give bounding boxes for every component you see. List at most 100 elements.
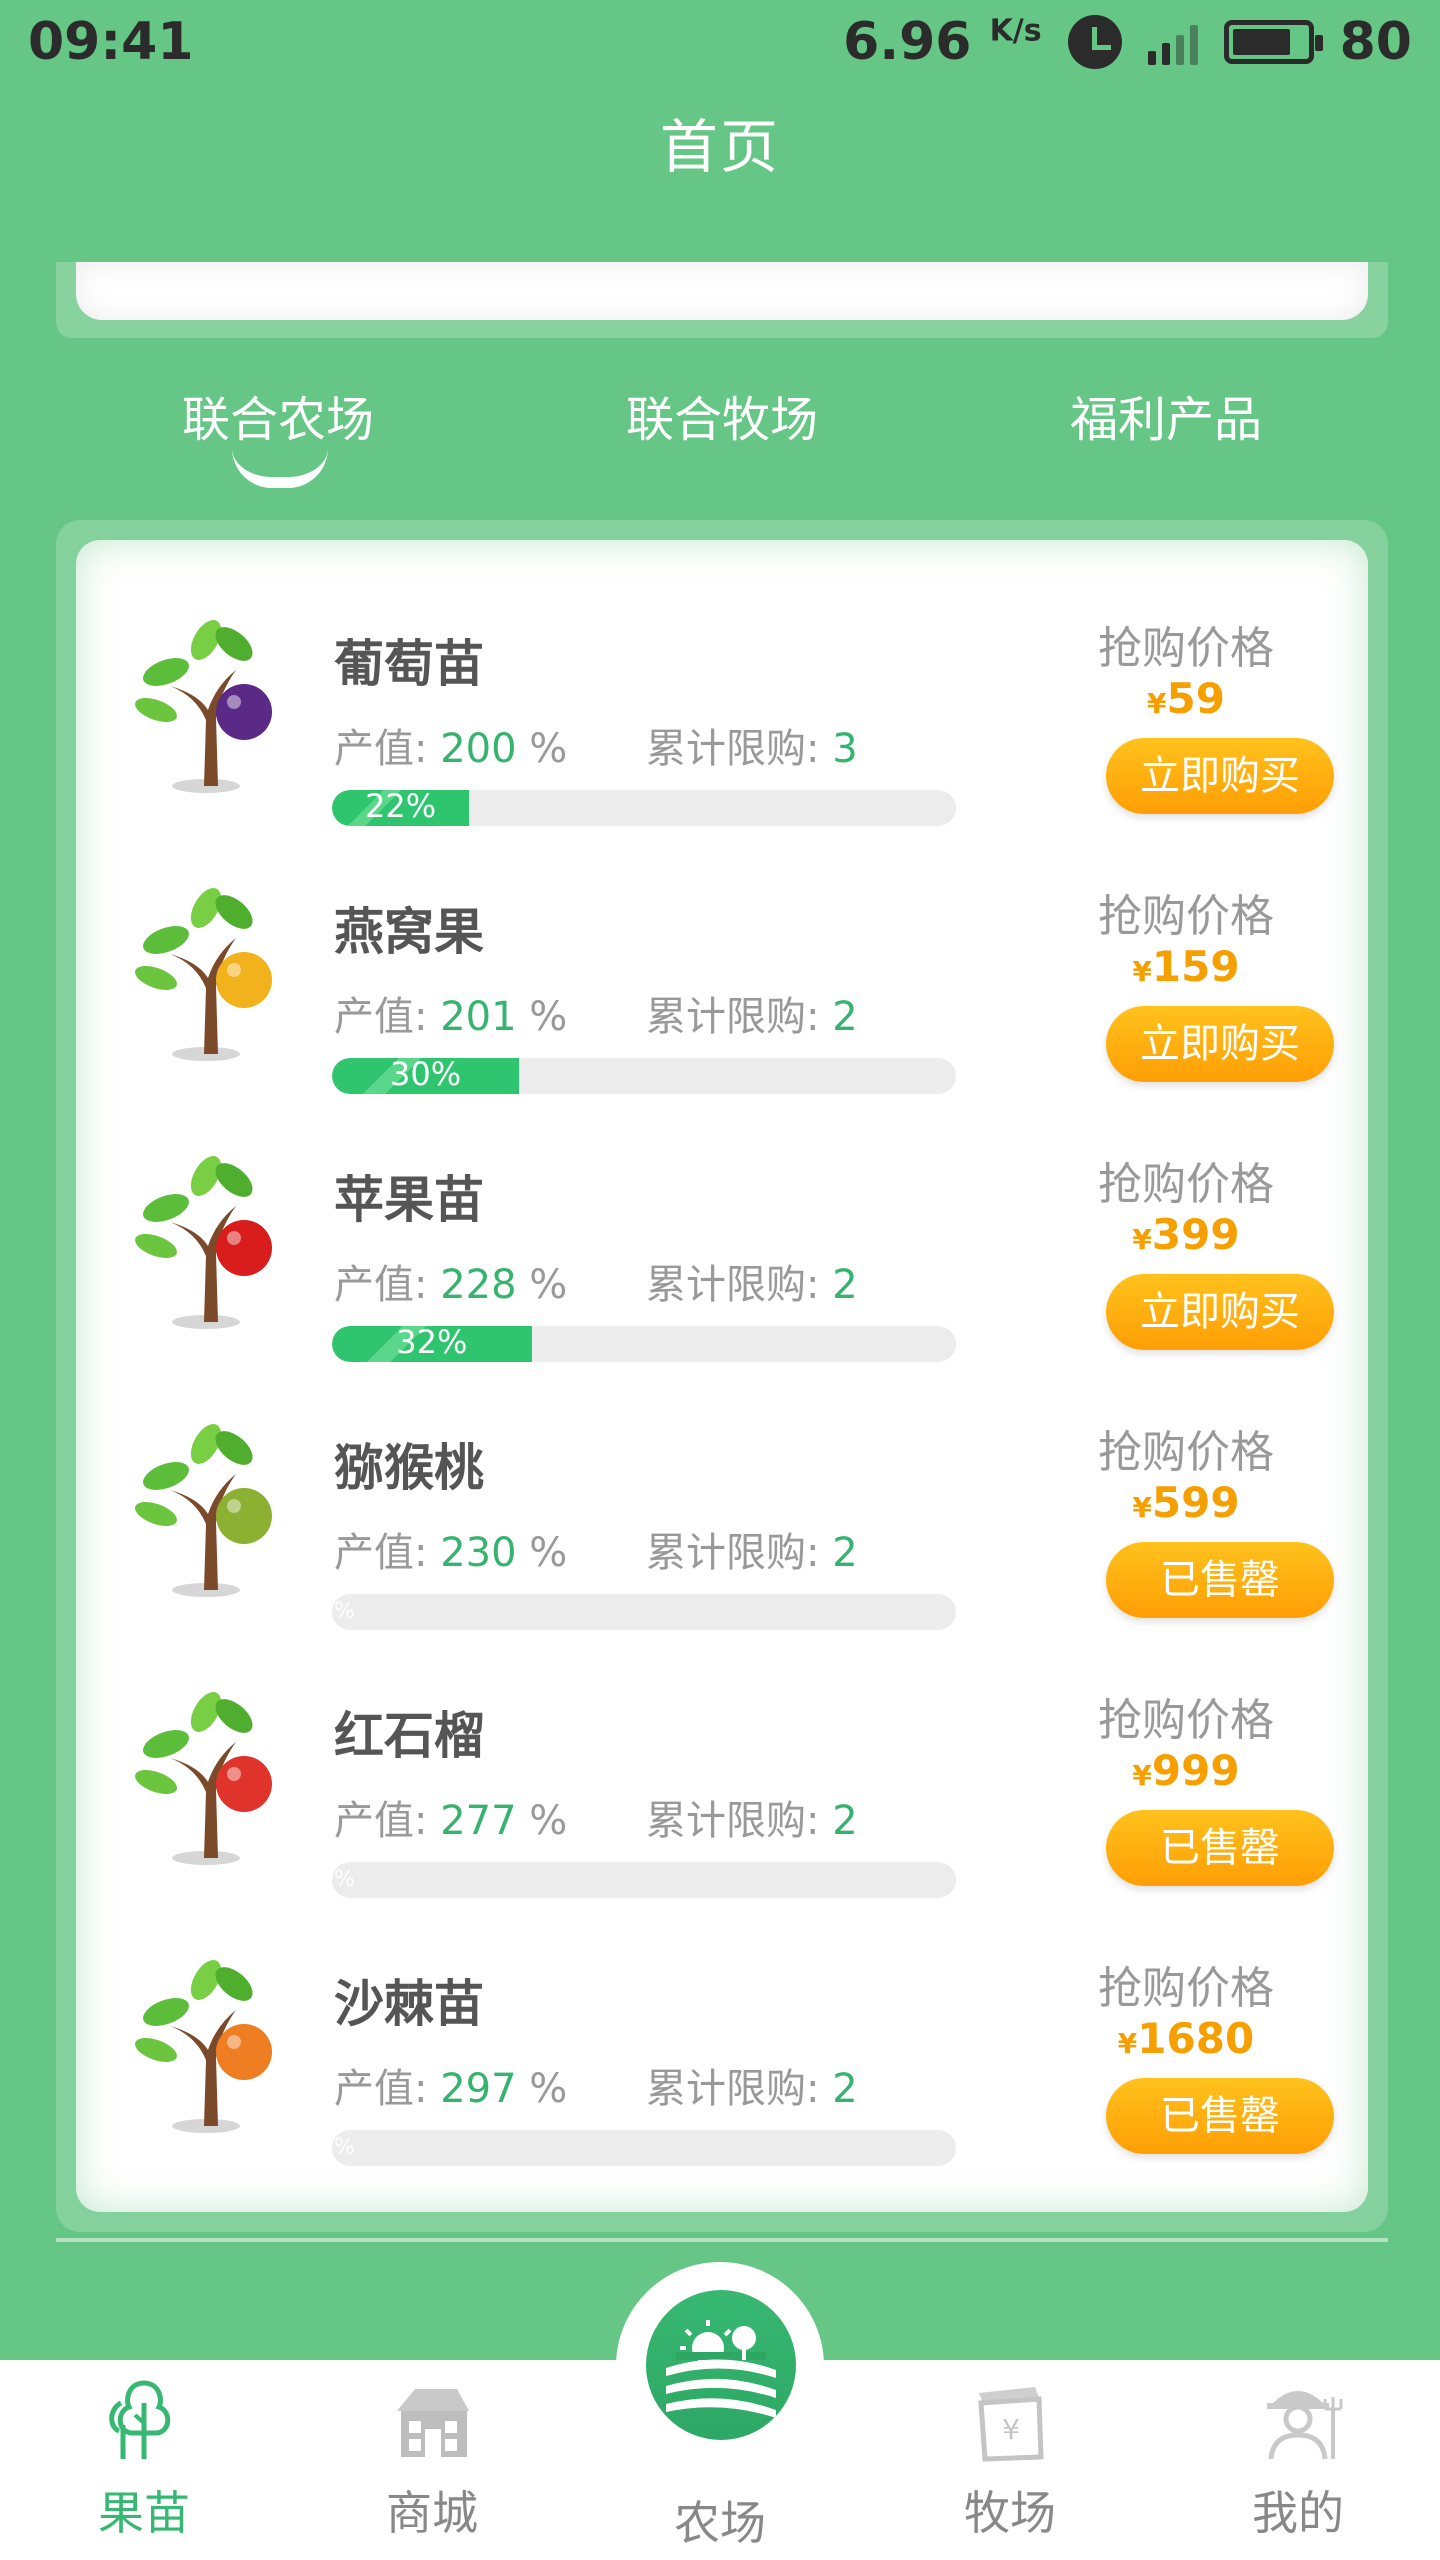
buy-button[interactable]: 立即购买: [1106, 738, 1334, 814]
output-label: 产值:: [334, 1530, 428, 1576]
buy-button[interactable]: 已售罄: [1106, 2078, 1334, 2154]
svg-text:¥: ¥: [1002, 2413, 1020, 2446]
price-label: 抢购价格: [1098, 891, 1274, 942]
page-title: 首页: [659, 113, 780, 181]
banner-container: [56, 262, 1388, 338]
product-output: 产值: 228 %: [334, 1252, 567, 1310]
product-price: ¥1680: [1076, 2014, 1296, 2063]
product-name: 燕窝果: [334, 903, 484, 961]
progress-bar: %: [332, 2130, 956, 2166]
net-speed-unit: K/s: [989, 13, 1042, 49]
product-row[interactable]: 猕猴桃 产值: 230 % 累计限购: 2 % 抢购价格 ¥599 已售罄: [76, 1344, 1368, 1630]
percent-sign: %: [529, 1798, 568, 1844]
product-name: 苹果苗: [334, 1171, 484, 1229]
tab-welfare-products[interactable]: 福利产品: [986, 380, 1346, 450]
status-time: 09:41: [28, 12, 194, 72]
product-output: 产值: 297 %: [334, 2056, 567, 2114]
battery-level: 80: [1339, 12, 1412, 72]
currency-symbol: ¥: [1132, 1223, 1152, 1256]
product-name: 红石榴: [334, 1707, 484, 1765]
grape-tree-icon: [135, 620, 272, 793]
output-value: 230: [440, 1530, 517, 1576]
nav-profile[interactable]: 我的: [1198, 2375, 1398, 2543]
buy-button[interactable]: 立即购买: [1106, 1006, 1334, 1082]
farmer-profile-icon: [1267, 2391, 1343, 2460]
output-label: 产值:: [334, 2066, 428, 2112]
product-price: ¥999: [1076, 1746, 1296, 1795]
product-output: 产值: 201 %: [334, 984, 567, 1042]
nav-farm[interactable]: 农场: [620, 2375, 820, 2553]
output-label: 产值:: [334, 1798, 428, 1844]
progress-text: %: [334, 2135, 355, 2160]
percent-sign: %: [529, 726, 568, 772]
product-panel-frame: 葡萄苗 产值: 200 % 累计限购: 3 2 2% 抢购价格 ¥59 立即购买: [56, 520, 1388, 2232]
product-limit: 累计限购: 3: [646, 716, 858, 774]
currency-symbol: ¥: [1132, 955, 1152, 988]
price-value: 399: [1151, 1210, 1240, 1259]
product-name: 沙棘苗: [334, 1975, 484, 2033]
kiwi-tree-icon: [135, 1424, 272, 1597]
nav-seedlings[interactable]: 果苗: [44, 2375, 244, 2543]
currency-symbol: ¥: [1147, 687, 1167, 720]
price-label: 抢购价格: [1098, 1695, 1274, 1746]
limit-value: 2: [832, 1530, 858, 1576]
price-value: 1680: [1137, 2014, 1255, 2063]
nav-label: 牧场: [964, 2486, 1056, 2540]
limit-value: 2: [832, 1262, 858, 1308]
nav-pasture[interactable]: ¥ 牧场: [910, 2375, 1110, 2543]
buy-button[interactable]: 已售罄: [1106, 1542, 1334, 1618]
price-label: 抢购价格: [1098, 1427, 1274, 1478]
output-value: 200: [440, 726, 517, 772]
percent-sign: %: [529, 994, 568, 1040]
product-limit: 累计限购: 2: [646, 2056, 858, 2114]
product-name: 葡萄苗: [334, 635, 484, 693]
signal-icon: [1147, 19, 1198, 65]
banner-card[interactable]: [76, 262, 1368, 320]
price-value: 599: [1151, 1478, 1240, 1527]
limit-value: 2: [832, 2066, 858, 2112]
price-value: 999: [1151, 1746, 1240, 1795]
product-price: ¥399: [1076, 1210, 1296, 1259]
output-label: 产值:: [334, 1262, 428, 1308]
limit-value: 2: [832, 1798, 858, 1844]
buy-button[interactable]: 已售罄: [1106, 1810, 1334, 1886]
currency-symbol: ¥: [1117, 2027, 1138, 2060]
buy-button[interactable]: 立即购买: [1106, 1274, 1334, 1350]
nav-store[interactable]: 商城: [332, 2375, 532, 2543]
category-tabs: 联合农场 联合牧场 福利产品: [0, 380, 1440, 500]
limit-label: 累计限购:: [646, 1798, 820, 1844]
limit-label: 累计限购:: [646, 994, 820, 1040]
product-output: 产值: 230 %: [334, 1520, 567, 1578]
percent-sign: %: [529, 1262, 568, 1308]
product-row[interactable]: 燕窝果 产值: 201 % 累计限购: 2 30% 抢购价格 ¥159 立即购买: [76, 808, 1368, 1094]
product-row[interactable]: 沙棘苗 产值: 297 % 累计限购: 2 % 抢购价格 ¥1680 已售罄: [76, 1880, 1368, 2166]
product-row[interactable]: 葡萄苗 产值: 200 % 累计限购: 3 22% 抢购价格 ¥59 立即购买: [76, 540, 1368, 826]
product-limit: 累计限购: 2: [646, 1520, 858, 1578]
nav-label: 农场: [674, 2496, 766, 2550]
nav-label: 商城: [386, 2486, 478, 2540]
product-output: 产值: 277 %: [334, 1788, 567, 1846]
price-value: 59: [1166, 674, 1225, 723]
tree-icon: [109, 2380, 171, 2459]
limit-label: 累计限购:: [646, 726, 820, 772]
product-row[interactable]: 苹果苗 产值: 228 % 累计限购: 2 32% 抢购价格 ¥399 立即购买: [76, 1076, 1368, 1362]
output-value: 201: [440, 994, 517, 1040]
bird-nest-fruit-tree-icon: [135, 888, 272, 1061]
currency-symbol: ¥: [1132, 1759, 1152, 1792]
product-output: 产值: 200 %: [334, 716, 567, 774]
tab-joint-farm[interactable]: 联合农场: [98, 380, 458, 450]
store-icon: [397, 2389, 469, 2457]
product-price: ¥159: [1076, 942, 1296, 991]
net-speed: 6.96 K/s: [843, 12, 1041, 72]
product-row[interactable]: 红石榴 产值: 277 % 累计限购: 2 % 抢购价格 ¥999 已售罄: [76, 1612, 1368, 1898]
price-value: 159: [1151, 942, 1240, 991]
tab-joint-pasture[interactable]: 联合牧场: [542, 380, 902, 450]
output-label: 产值:: [334, 994, 428, 1040]
nav-label: 我的: [1252, 2486, 1344, 2540]
output-value: 277: [440, 1798, 517, 1844]
limit-value: 2: [832, 994, 858, 1040]
status-bar: 09:41 6.96 K/s 80: [0, 0, 1440, 90]
alarm-icon: [1067, 15, 1122, 69]
output-label: 产值:: [334, 726, 428, 772]
limit-label: 累计限购:: [646, 1262, 820, 1308]
